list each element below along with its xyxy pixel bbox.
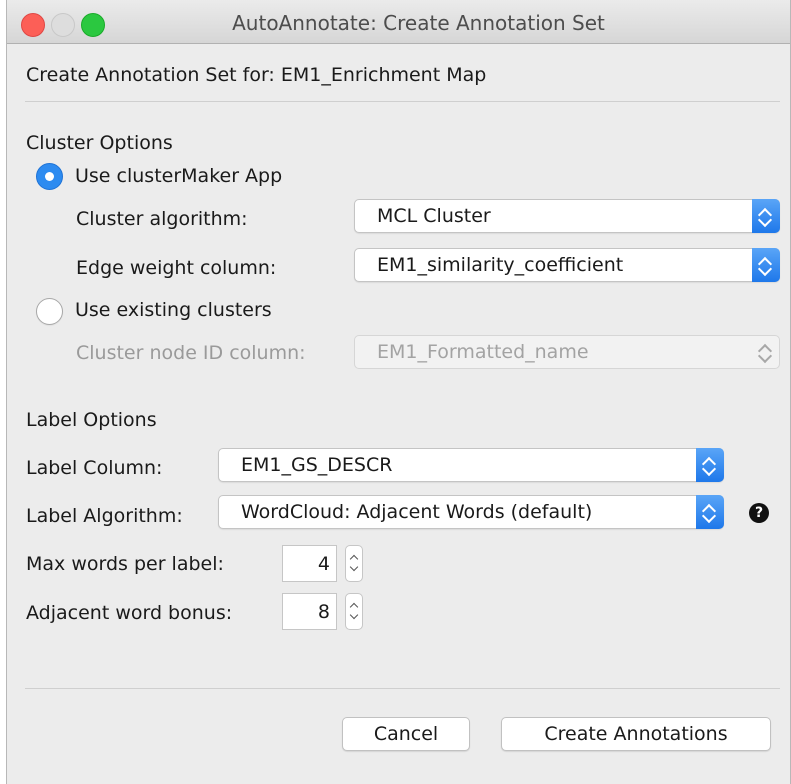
label-algorithm-select[interactable]: WordCloud: Adjacent Words (default) (218, 495, 724, 529)
max-words-label: Max words per label: (26, 553, 224, 575)
select-arrows-icon (752, 199, 780, 233)
create-annotations-button[interactable]: Create Annotations (501, 717, 771, 751)
cluster-algorithm-value: MCL Cluster (377, 205, 491, 227)
use-clustermaker-radio[interactable] (36, 163, 63, 190)
max-words-input[interactable]: 4 (282, 545, 337, 582)
cluster-node-id-label: Cluster node ID column: (76, 342, 306, 364)
question-circle-icon[interactable]: ? (749, 503, 769, 523)
cluster-options-heading: Cluster Options (26, 132, 173, 154)
select-arrows-icon (696, 448, 724, 482)
use-existing-clusters-label[interactable]: Use existing clusters (75, 299, 272, 321)
dialog-window: AutoAnnotate: Create Annotation Set Crea… (6, 0, 791, 784)
cluster-node-id-value: EM1_Formatted_name (377, 341, 589, 363)
label-column-value: EM1_GS_DESCR (241, 454, 393, 476)
title-bar: AutoAnnotate: Create Annotation Set (7, 0, 790, 44)
cluster-node-id-select[interactable]: EM1_Formatted_name (354, 335, 780, 369)
label-options-heading: Label Options (26, 409, 157, 431)
max-words-stepper[interactable] (345, 545, 363, 582)
header-divider (25, 101, 780, 102)
select-arrows-icon (752, 335, 780, 369)
adjacent-bonus-input[interactable]: 8 (282, 593, 337, 630)
use-clustermaker-label[interactable]: Use clusterMaker App (75, 165, 282, 187)
label-column-label: Label Column: (26, 457, 163, 479)
footer-divider (25, 688, 780, 689)
adjacent-bonus-stepper[interactable] (345, 593, 363, 630)
cluster-algorithm-label: Cluster algorithm: (76, 208, 248, 230)
window-title: AutoAnnotate: Create Annotation Set (232, 11, 605, 35)
edge-weight-label: Edge weight column: (76, 257, 277, 279)
label-algorithm-value: WordCloud: Adjacent Words (default) (241, 501, 593, 523)
select-arrows-icon (752, 248, 780, 282)
edge-weight-select[interactable]: EM1_similarity_coefficient (354, 248, 780, 282)
header-text: Create Annotation Set for: EM1_Enrichmen… (26, 64, 487, 86)
use-existing-clusters-radio[interactable] (36, 298, 63, 325)
edge-weight-value: EM1_similarity_coefficient (377, 254, 624, 276)
label-algorithm-label: Label Algorithm: (26, 505, 183, 527)
cancel-button[interactable]: Cancel (342, 717, 470, 751)
cluster-algorithm-select[interactable]: MCL Cluster (354, 199, 780, 233)
label-column-select[interactable]: EM1_GS_DESCR (218, 448, 724, 482)
select-arrows-icon (696, 495, 724, 529)
adjacent-bonus-label: Adjacent word bonus: (26, 602, 233, 624)
